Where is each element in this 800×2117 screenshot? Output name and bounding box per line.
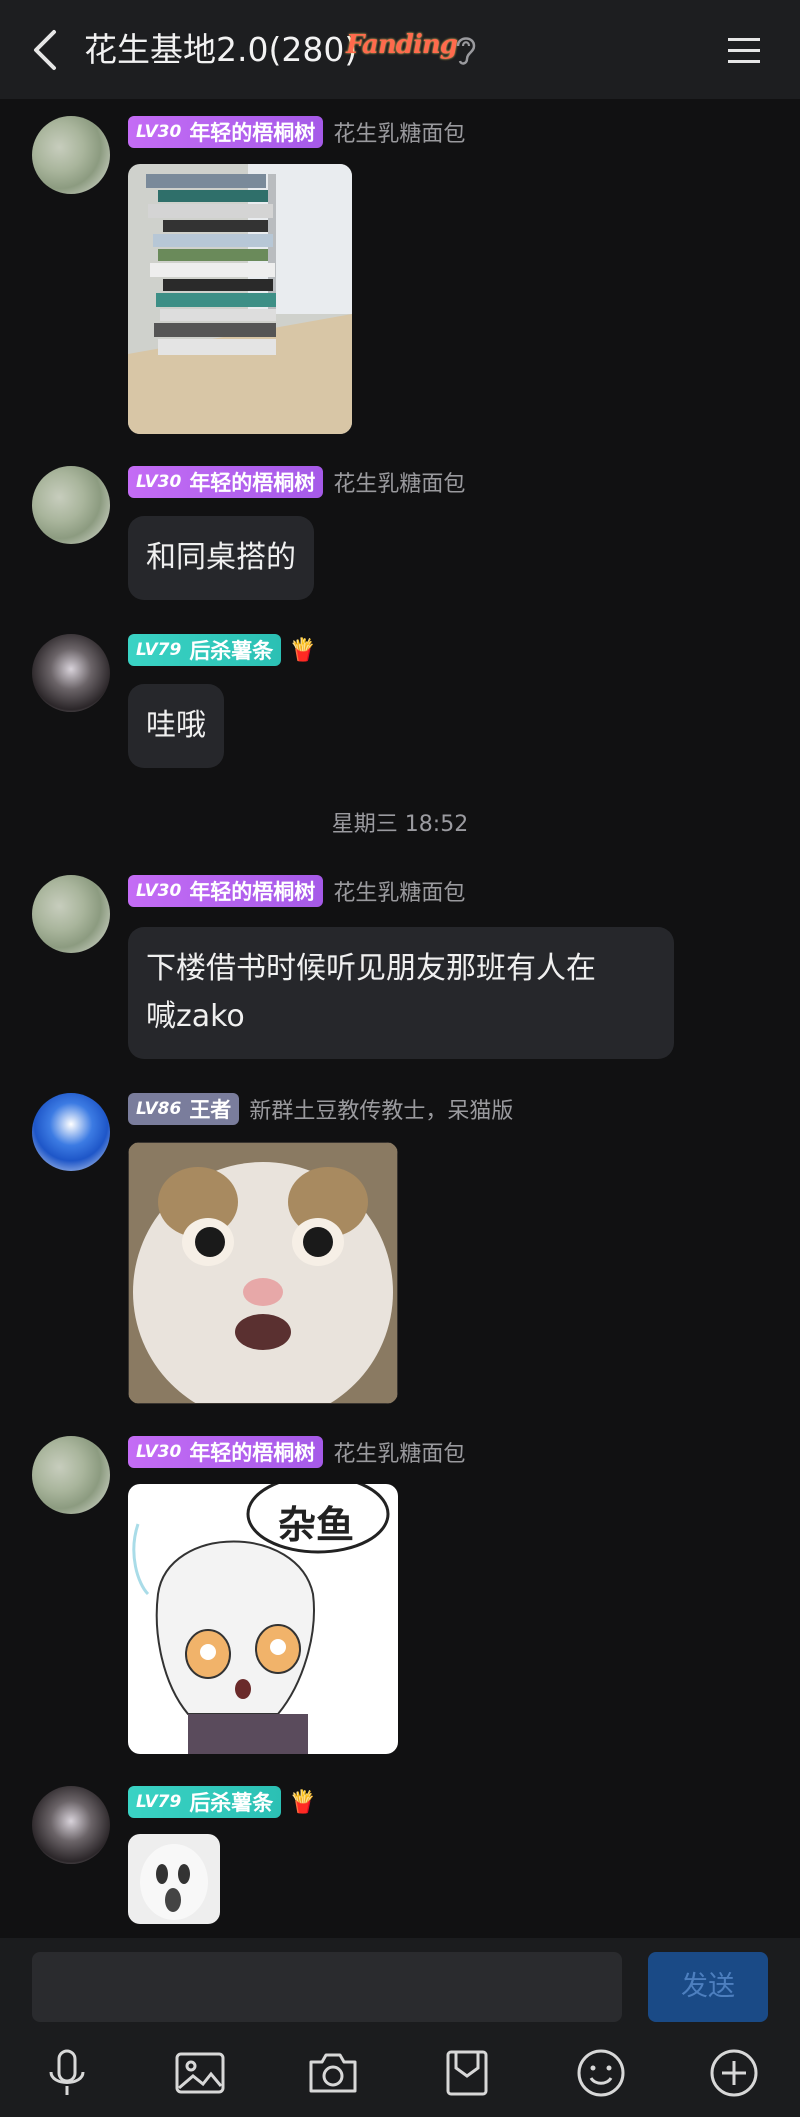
- level-badge[interactable]: LV79 后杀薯条: [128, 1786, 282, 1818]
- message-line: 下楼借书时候听见朋友那班有人在: [146, 951, 596, 986]
- level-text: LV79: [136, 640, 182, 660]
- message-bubble[interactable]: 下楼借书时候听见朋友那班有人在 喊zako: [128, 927, 674, 1059]
- sender-line: LV30 年轻的梧桐树 花生乳糖面包: [128, 1436, 465, 1468]
- level-text: LV30: [136, 122, 182, 142]
- shared-photo[interactable]: [128, 164, 352, 434]
- badge-name: 后杀薯条: [189, 1791, 274, 1815]
- avatar[interactable]: [32, 1093, 110, 1171]
- badge-name: 年轻的梧桐树: [189, 880, 316, 904]
- avatar[interactable]: [32, 1786, 110, 1864]
- avatar[interactable]: [32, 1436, 110, 1514]
- level-text: LV86: [136, 1099, 182, 1119]
- avatar[interactable]: [32, 466, 110, 544]
- badge-name: 后杀薯条: [189, 639, 274, 663]
- level-badge[interactable]: LV86 王者: [128, 1093, 240, 1125]
- message-line: 喊zako: [146, 999, 245, 1034]
- file-icon[interactable]: [440, 2046, 494, 2100]
- message-bubble[interactable]: 和同桌搭的: [128, 516, 314, 600]
- emoji-icon[interactable]: [574, 2046, 628, 2100]
- sender-line: LV79 后杀薯条 🍟: [128, 634, 317, 666]
- badge-name: 年轻的梧桐树: [189, 1441, 316, 1465]
- fries-icon: 🍟: [289, 1789, 317, 1815]
- timestamp: 星期三 18:52: [331, 812, 469, 837]
- ghost-sticker-image[interactable]: [128, 1834, 220, 1924]
- level-badge[interactable]: LV30 年轻的梧桐树: [128, 875, 324, 907]
- cat-meme-image[interactable]: [128, 1142, 398, 1404]
- sender-line: LV30 年轻的梧桐树 花生乳糖面包: [128, 875, 465, 907]
- ear-icon[interactable]: [452, 32, 478, 68]
- avatar[interactable]: [32, 634, 110, 712]
- fries-icon: 🍟: [289, 637, 317, 663]
- chat-title: 花生基地2.0(280): [84, 30, 358, 69]
- level-badge[interactable]: LV30 年轻的梧桐树: [128, 116, 324, 148]
- level-badge[interactable]: LV30 年轻的梧桐树: [128, 1436, 324, 1468]
- sender-name: 花生乳糖面包: [333, 122, 466, 147]
- level-badge[interactable]: LV79 后杀薯条: [128, 634, 282, 666]
- camera-icon[interactable]: [306, 2046, 360, 2100]
- avatar[interactable]: [32, 875, 110, 953]
- level-text: LV30: [136, 881, 182, 901]
- sender-line: LV86 王者 新群土豆教传教士，呆猫版: [128, 1093, 513, 1125]
- message-bubble[interactable]: 哇哦: [128, 684, 224, 768]
- badge-name: 王者: [189, 1098, 232, 1122]
- top-bar: 花生基地2.0(280) Fanding: [0, 0, 800, 99]
- avatar[interactable]: [32, 116, 110, 194]
- sender-name: 花生乳糖面包: [333, 1442, 466, 1467]
- badge-name: 年轻的梧桐树: [189, 121, 316, 145]
- sender-line: LV79 后杀薯条 🍟: [128, 1786, 317, 1818]
- level-text: LV30: [136, 1442, 182, 1462]
- sender-name: 新群土豆教传教士，呆猫版: [249, 1099, 514, 1124]
- microphone-icon[interactable]: [40, 2046, 94, 2100]
- level-badge[interactable]: LV30 年轻的梧桐树: [128, 466, 324, 498]
- image-icon[interactable]: [173, 2046, 227, 2100]
- level-text: LV30: [136, 472, 182, 492]
- sticker-text: 杂鱼: [278, 1503, 355, 1547]
- group-logo: Fanding: [346, 30, 458, 60]
- menu-icon[interactable]: [726, 30, 762, 70]
- sender-line: LV30 年轻的梧桐树 花生乳糖面包: [128, 116, 465, 148]
- anime-sticker-image[interactable]: 杂鱼: [128, 1484, 398, 1754]
- sender-name: 花生乳糖面包: [333, 472, 466, 497]
- sender-name: 花生乳糖面包: [333, 881, 466, 906]
- bottom-toolbar: [0, 2030, 800, 2117]
- badge-name: 年轻的梧桐树: [189, 471, 316, 495]
- sender-line: LV30 年轻的梧桐树 花生乳糖面包: [128, 466, 465, 498]
- level-text: LV79: [136, 1792, 182, 1812]
- composer-bar: 发送: [0, 1938, 800, 2030]
- back-arrow-icon[interactable]: [26, 26, 66, 74]
- add-icon[interactable]: [707, 2046, 761, 2100]
- message-input[interactable]: [32, 1952, 622, 2022]
- send-button[interactable]: 发送: [648, 1952, 768, 2022]
